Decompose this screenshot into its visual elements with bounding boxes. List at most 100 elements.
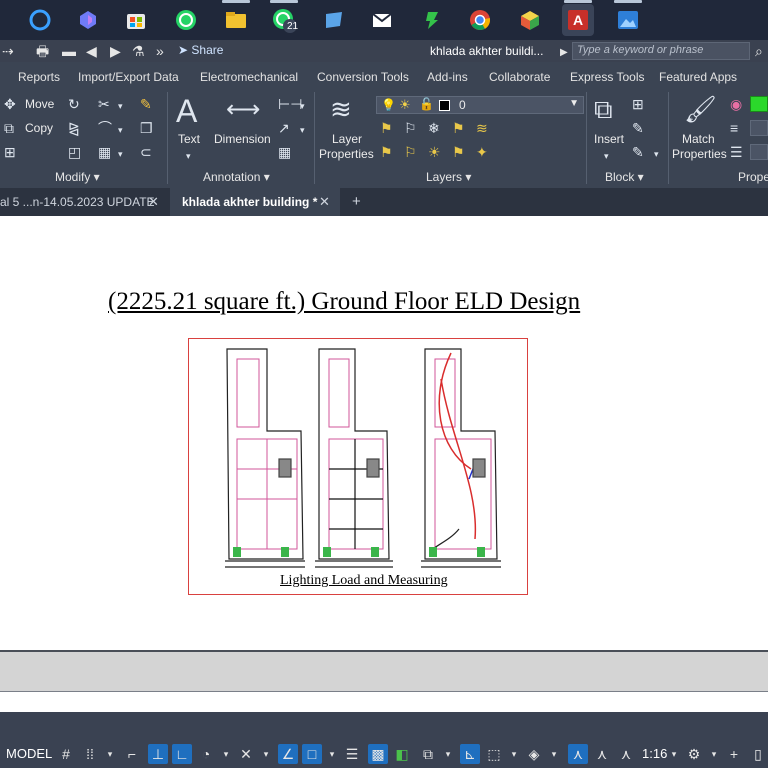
object-snap-tracking-icon[interactable]: ∠ xyxy=(278,744,298,764)
dynamic-ucs-icon[interactable]: ⊾ xyxy=(460,744,480,764)
layers-panel-title[interactable]: Layers ▾ xyxy=(426,170,471,184)
table-icon[interactable]: ▦ xyxy=(278,144,291,160)
workspace-icon[interactable]: ⚗ xyxy=(132,43,145,59)
tab-featured-apps[interactable]: Featured Apps xyxy=(659,70,737,84)
whatsapp-icon[interactable] xyxy=(170,4,202,36)
dropdown-arrow-icon[interactable]: ▾ xyxy=(256,744,276,764)
insert-button[interactable]: Insert xyxy=(594,132,624,146)
chevron-right-icon[interactable]: ▶ xyxy=(560,45,568,61)
search-input[interactable]: Type a keyword or phrase xyxy=(572,42,750,60)
layer-isolate-icon[interactable]: ⚐ xyxy=(404,120,417,136)
annotation-panel-title[interactable]: Annotation ▾ xyxy=(203,170,270,184)
layer-properties-icon[interactable]: ≋ xyxy=(330,94,352,124)
mirror-icon[interactable]: ⧎ xyxy=(68,120,80,136)
explode-icon[interactable]: ❒ xyxy=(140,120,153,136)
dimension-icon[interactable]: ⟷ xyxy=(226,96,260,124)
dropdown-arrow-icon[interactable]: ▾ xyxy=(604,148,609,164)
layer-state-icon[interactable]: ⚑ xyxy=(380,120,393,136)
dropdown-arrow-icon[interactable]: ▾ xyxy=(300,122,305,138)
offset-icon[interactable]: ⊂ xyxy=(140,144,152,160)
edit-block-icon[interactable]: ✎ xyxy=(632,120,644,136)
dropdown-arrow-icon[interactable]: ▾ xyxy=(118,98,123,114)
object-snap-icon[interactable]: □ xyxy=(302,744,322,764)
dropdown-arrow-icon[interactable]: ▾ xyxy=(300,98,305,114)
trim-icon[interactable]: ✂ xyxy=(98,96,110,112)
document-tab-active[interactable]: khlada akhter building * xyxy=(170,188,340,216)
layer-lock-icon[interactable]: ≋ xyxy=(476,120,488,136)
back-icon[interactable]: ◀ xyxy=(86,43,97,59)
dropdown-arrow-icon[interactable]: ▾ xyxy=(504,744,524,764)
search-icon[interactable]: ⌕ xyxy=(755,43,763,59)
layer-thaw-all-icon[interactable]: ⚑ xyxy=(452,144,465,160)
camo-icon[interactable] xyxy=(416,4,448,36)
properties-panel-title[interactable]: Prope xyxy=(738,170,768,184)
autocad-icon[interactable]: A xyxy=(562,0,594,36)
color-wheel-icon[interactable]: ◉ xyxy=(730,96,742,112)
drawing-canvas[interactable]: (2225.21 square ft.) Ground Floor ELD De… xyxy=(0,216,768,650)
scale-icon[interactable]: ◰ xyxy=(68,144,81,160)
match-properties-line2[interactable]: Properties xyxy=(672,147,727,161)
rotate-icon[interactable]: ↻ xyxy=(68,96,80,112)
annotation-visibility-icon[interactable]: ⋏ xyxy=(568,744,588,764)
forward-icon[interactable]: ▶ xyxy=(110,43,121,59)
erase-icon[interactable]: ✎ xyxy=(140,96,152,112)
mail-icon[interactable] xyxy=(366,4,398,36)
add-icon[interactable]: + xyxy=(724,744,744,764)
stretch-icon[interactable]: ⊞ xyxy=(4,144,16,160)
layer-merge-icon[interactable]: ✦ xyxy=(476,144,488,160)
dropdown-arrow-icon[interactable]: ▾ xyxy=(322,744,342,764)
snap-grid-icon[interactable]: ⁞⁞ xyxy=(80,744,100,764)
undo-icon[interactable]: ⇢ xyxy=(2,43,14,59)
cortana-icon[interactable] xyxy=(24,4,56,36)
layer-dropdown[interactable]: 💡 ☀ 🔓 0 ▼ xyxy=(376,96,584,114)
lineweight-dropdown[interactable] xyxy=(750,120,768,136)
layer-unisolate-icon[interactable]: ☀ xyxy=(428,144,441,160)
copilot-icon[interactable] xyxy=(72,4,104,36)
dropdown-arrow-icon[interactable]: ▾ xyxy=(216,744,236,764)
tab-add-ins[interactable]: Add-ins xyxy=(427,70,468,84)
array-icon[interactable]: ▦ xyxy=(98,144,111,160)
auto-scale-icon[interactable]: ⋏ xyxy=(592,744,612,764)
linetype-dropdown[interactable] xyxy=(750,144,768,160)
tab-electromechanical[interactable]: Electromechanical xyxy=(200,70,298,84)
file-explorer-icon[interactable] xyxy=(220,0,252,36)
copy-button[interactable]: Copy xyxy=(25,121,53,135)
photos-icon[interactable] xyxy=(612,0,644,36)
new-tab-button[interactable]: + xyxy=(352,193,361,210)
layer-off-icon[interactable]: ⚑ xyxy=(452,120,465,136)
chrome-icon[interactable] xyxy=(464,4,496,36)
close-icon[interactable]: ✕ xyxy=(319,194,330,210)
modify-panel-title[interactable]: Modify ▾ xyxy=(55,170,100,184)
polar-tracking-icon[interactable]: ◔ xyxy=(196,744,216,764)
tab-import-export-data[interactable]: Import/Export Data xyxy=(78,70,179,84)
leader-icon[interactable]: ↗ xyxy=(278,120,290,136)
open-folder-icon[interactable]: ▬ xyxy=(62,43,76,59)
3d-osnap-icon[interactable]: ⧉ xyxy=(418,744,438,764)
dimension-button[interactable]: Dimension xyxy=(214,132,271,146)
move-button[interactable]: Move xyxy=(25,97,54,111)
grid-icon[interactable]: # xyxy=(56,744,76,764)
ortho-mode-icon[interactable]: ∟ xyxy=(172,744,192,764)
layer-properties-line2[interactable]: Properties xyxy=(319,147,374,161)
dropdown-arrow-icon[interactable]: ▾ xyxy=(100,744,120,764)
linetype-icon[interactable]: ☰ xyxy=(730,144,743,160)
selection-cycling-icon[interactable]: ◧ xyxy=(392,744,412,764)
dropdown-arrow-icon[interactable]: ▾ xyxy=(654,146,659,162)
match-properties-line1[interactable]: Match xyxy=(682,132,715,146)
isometric-icon[interactable]: ✕ xyxy=(236,744,256,764)
gear-icon[interactable]: ⚙ xyxy=(684,744,704,764)
layer-match-icon[interactable]: ⚑ xyxy=(380,144,393,160)
lineweight-icon[interactable]: ≡ xyxy=(730,120,738,136)
linear-dimension-icon[interactable]: ⊢⊣ xyxy=(278,96,302,112)
transparency-icon[interactable]: ▩ xyxy=(368,744,388,764)
whatsapp-beta-icon[interactable]: 21 xyxy=(268,0,300,36)
annotation-scale-icon[interactable]: ⋏ xyxy=(616,744,636,764)
dropdown-arrow-icon[interactable]: ▾ xyxy=(438,744,458,764)
infer-constraints-icon[interactable]: ⌐ xyxy=(122,744,142,764)
model-space-button[interactable]: MODEL xyxy=(6,746,52,761)
block-panel-title[interactable]: Block ▾ xyxy=(605,170,644,184)
insert-block-icon[interactable]: ⧉ xyxy=(594,94,613,124)
close-icon[interactable]: ✕ xyxy=(148,194,159,210)
document-tab[interactable]: al 5 ...n-14.05.2023 UPDATE xyxy=(0,188,168,216)
text-button[interactable]: Text xyxy=(178,132,200,146)
